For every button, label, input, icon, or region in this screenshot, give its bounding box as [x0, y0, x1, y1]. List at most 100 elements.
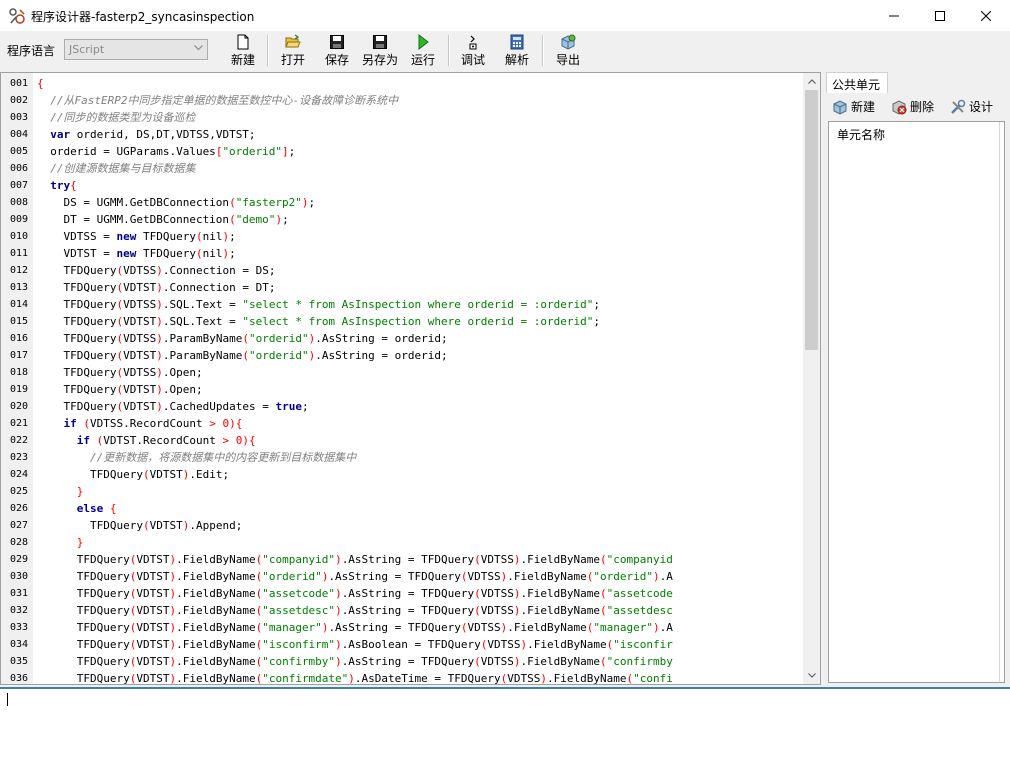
code-token-txt: .FieldByName [547, 672, 627, 685]
code-line[interactable]: 016 TFDQuery(VDTSS).ParamByName("orderid… [1, 330, 804, 347]
run-icon [418, 34, 429, 50]
code-line[interactable]: 034 TFDQuery(VDTST).FieldByName("isconfi… [1, 636, 804, 653]
code-line[interactable]: 015 TFDQuery(VDTST).SQL.Text = "select *… [1, 313, 804, 330]
code-token-sym: ( [195, 247, 203, 260]
code-token-txt: .CachedUpdates = [162, 400, 276, 413]
minimize-button[interactable] [871, 0, 917, 31]
code-token-txt: VDTSS [480, 553, 514, 566]
line-number: 006 [10, 163, 29, 174]
tab-common-units[interactable]: 公共单元 [826, 72, 888, 93]
code-line[interactable]: 031 TFDQuery(VDTST).FieldByName("assetco… [1, 585, 804, 602]
code-token-txt: VDTSS [123, 264, 157, 277]
close-button[interactable] [963, 0, 1009, 31]
code-token-sym: > 0){ [222, 434, 256, 447]
export-button[interactable]: 导出 [552, 33, 584, 68]
code-line[interactable]: 002 //从FastERP2中同步指定单据的数据至数控中心-设备故障诊断系统中 [1, 92, 804, 109]
code-line[interactable]: 003 //同步的数据类型为设备巡检 [1, 109, 804, 126]
language-select[interactable]: JScript [64, 39, 208, 60]
output-panel[interactable] [0, 687, 1010, 761]
code-line[interactable]: 023 //更新数据，将源数据集中的内容更新到目标数据集中 [1, 449, 804, 466]
code-line[interactable]: 005 orderid = UGParams.Values["orderid"]… [1, 143, 804, 160]
new-unit-button[interactable]: 新建 [832, 98, 875, 115]
code-token-str: "confi [633, 672, 673, 685]
code-token-txt: VDTST [136, 553, 170, 566]
code-line[interactable]: 028 } [1, 534, 804, 551]
code-line[interactable]: 026 else { [1, 500, 804, 517]
code-line[interactable]: 008 DS = UGMM.GetDBConnection("fasterp2"… [1, 194, 804, 211]
code-line[interactable]: 030 TFDQuery(VDTST).FieldByName("orderid… [1, 568, 804, 585]
save-button[interactable]: 保存 [321, 33, 353, 68]
code-line[interactable]: 025 } [1, 483, 804, 500]
delete-unit-icon [892, 99, 907, 115]
code-token-str: "orderid" [222, 145, 283, 158]
scroll-down-button[interactable] [803, 667, 820, 684]
list-divider [999, 122, 1004, 682]
line-number: 032 [10, 605, 29, 616]
code-token-txt: DT = UGMM.GetDBConnection [37, 213, 230, 226]
code-line[interactable]: 013 TFDQuery(VDTST).Connection = DT; [1, 279, 804, 296]
code-line[interactable]: 006 //创建源数据集与目标数据集 [1, 160, 804, 177]
code-line[interactable]: 032 TFDQuery(VDTST).FieldByName("assetde… [1, 602, 804, 619]
code-line[interactable]: 001 { [1, 75, 804, 92]
code-line[interactable]: 019 TFDQuery(VDTST).Open; [1, 381, 804, 398]
code-token-kw: try [50, 179, 71, 192]
code-token-txt: .Open; [162, 366, 203, 379]
code-text: DT = UGMM.GetDBConnection("demo"); [37, 211, 288, 228]
code-token-str: "orderid" [262, 570, 322, 583]
code-line[interactable]: 020 TFDQuery(VDTST).CachedUpdates = true… [1, 398, 804, 415]
code-line[interactable]: 012 TFDQuery(VDTSS).Connection = DS; [1, 262, 804, 279]
code-line[interactable]: 022 if (VDTST.RecordCount > 0){ [1, 432, 804, 449]
code-text: TFDQuery(VDTST).FieldByName("assetdesc")… [37, 602, 673, 619]
code-token-txt: VDTST [136, 672, 170, 685]
code-text: TFDQuery(VDTST).FieldByName("orderid").A… [37, 568, 673, 585]
code-token-txt: VDTST.RecordCount [103, 434, 223, 447]
code-editor[interactable]: 001 {002 //从FastERP2中同步指定单据的数据至数控中心-设备故障诊… [0, 72, 821, 685]
scroll-thumb[interactable] [805, 90, 818, 350]
new-button[interactable]: 新建 [227, 33, 259, 68]
code-line[interactable]: 004 var orderid, DS,DT,VDTSS,VDTST; [1, 126, 804, 143]
maximize-button[interactable] [917, 0, 963, 31]
open-button[interactable]: 打开 [277, 33, 309, 68]
run-button[interactable]: 运行 [407, 33, 439, 68]
code-line[interactable]: 007 try{ [1, 177, 804, 194]
code-token-kw: if [63, 417, 77, 430]
code-token-txt: VDTST [136, 621, 170, 634]
design-unit-button[interactable]: 设计 [950, 98, 993, 115]
debug-button[interactable]: 调试 [457, 33, 489, 68]
code-line[interactable]: 018 TFDQuery(VDTSS).Open; [1, 364, 804, 381]
code-token-str: "confirmdate" [262, 672, 349, 685]
code-line[interactable]: 024 TFDQuery(VDTST).Edit; [1, 466, 804, 483]
unit-name-column-header: 单元名称 [837, 128, 886, 142]
code-token-sym: ) [513, 604, 521, 617]
open-folder-icon [285, 34, 301, 48]
code-line[interactable]: 033 TFDQuery(VDTST).FieldByName("manager… [1, 619, 804, 636]
code-line[interactable]: 011 VDTST = new TFDQuery(nil); [1, 245, 804, 262]
code-line[interactable]: 035 TFDQuery(VDTST).FieldByName("confirm… [1, 653, 804, 670]
delete-unit-button[interactable]: 删除 [891, 98, 934, 115]
units-list[interactable]: 单元名称 [828, 121, 1005, 683]
scroll-up-button[interactable] [803, 73, 820, 90]
line-number: 010 [10, 231, 29, 242]
code-line[interactable]: 027 TFDQuery(VDTST).Append; [1, 517, 804, 534]
line-number: 009 [10, 214, 29, 225]
parse-button[interactable]: 解析 [501, 33, 533, 68]
code-token-sym: ) [156, 281, 163, 294]
code-line[interactable]: 029 TFDQuery(VDTST).FieldByName("company… [1, 551, 804, 568]
code-line[interactable]: 014 TFDQuery(VDTSS).SQL.Text = "select *… [1, 296, 804, 313]
code-token-txt: ; [288, 145, 296, 158]
code-line[interactable]: 009 DT = UGMM.GetDBConnection("demo"); [1, 211, 804, 228]
code-token-str: "manager" [593, 621, 653, 634]
code-line[interactable]: 021 if (VDTSS.RecordCount > 0){ [1, 415, 804, 432]
code-line[interactable]: 036 TFDQuery(VDTST).FieldByName("confirm… [1, 670, 804, 685]
code-line[interactable]: 010 VDTSS = new TFDQuery(nil); [1, 228, 804, 245]
code-token-txt: .FieldByName [176, 553, 256, 566]
editor-vertical-scrollbar[interactable] [803, 73, 820, 684]
code-token-txt: .FieldByName [507, 570, 587, 583]
save-as-button[interactable]: 另存为 [360, 33, 400, 68]
code-line[interactable]: 017 TFDQuery(VDTST).ParamByName("orderid… [1, 347, 804, 364]
new-unit-label: 新建 [851, 100, 876, 114]
code-token-txt: VDTSS [123, 298, 157, 311]
